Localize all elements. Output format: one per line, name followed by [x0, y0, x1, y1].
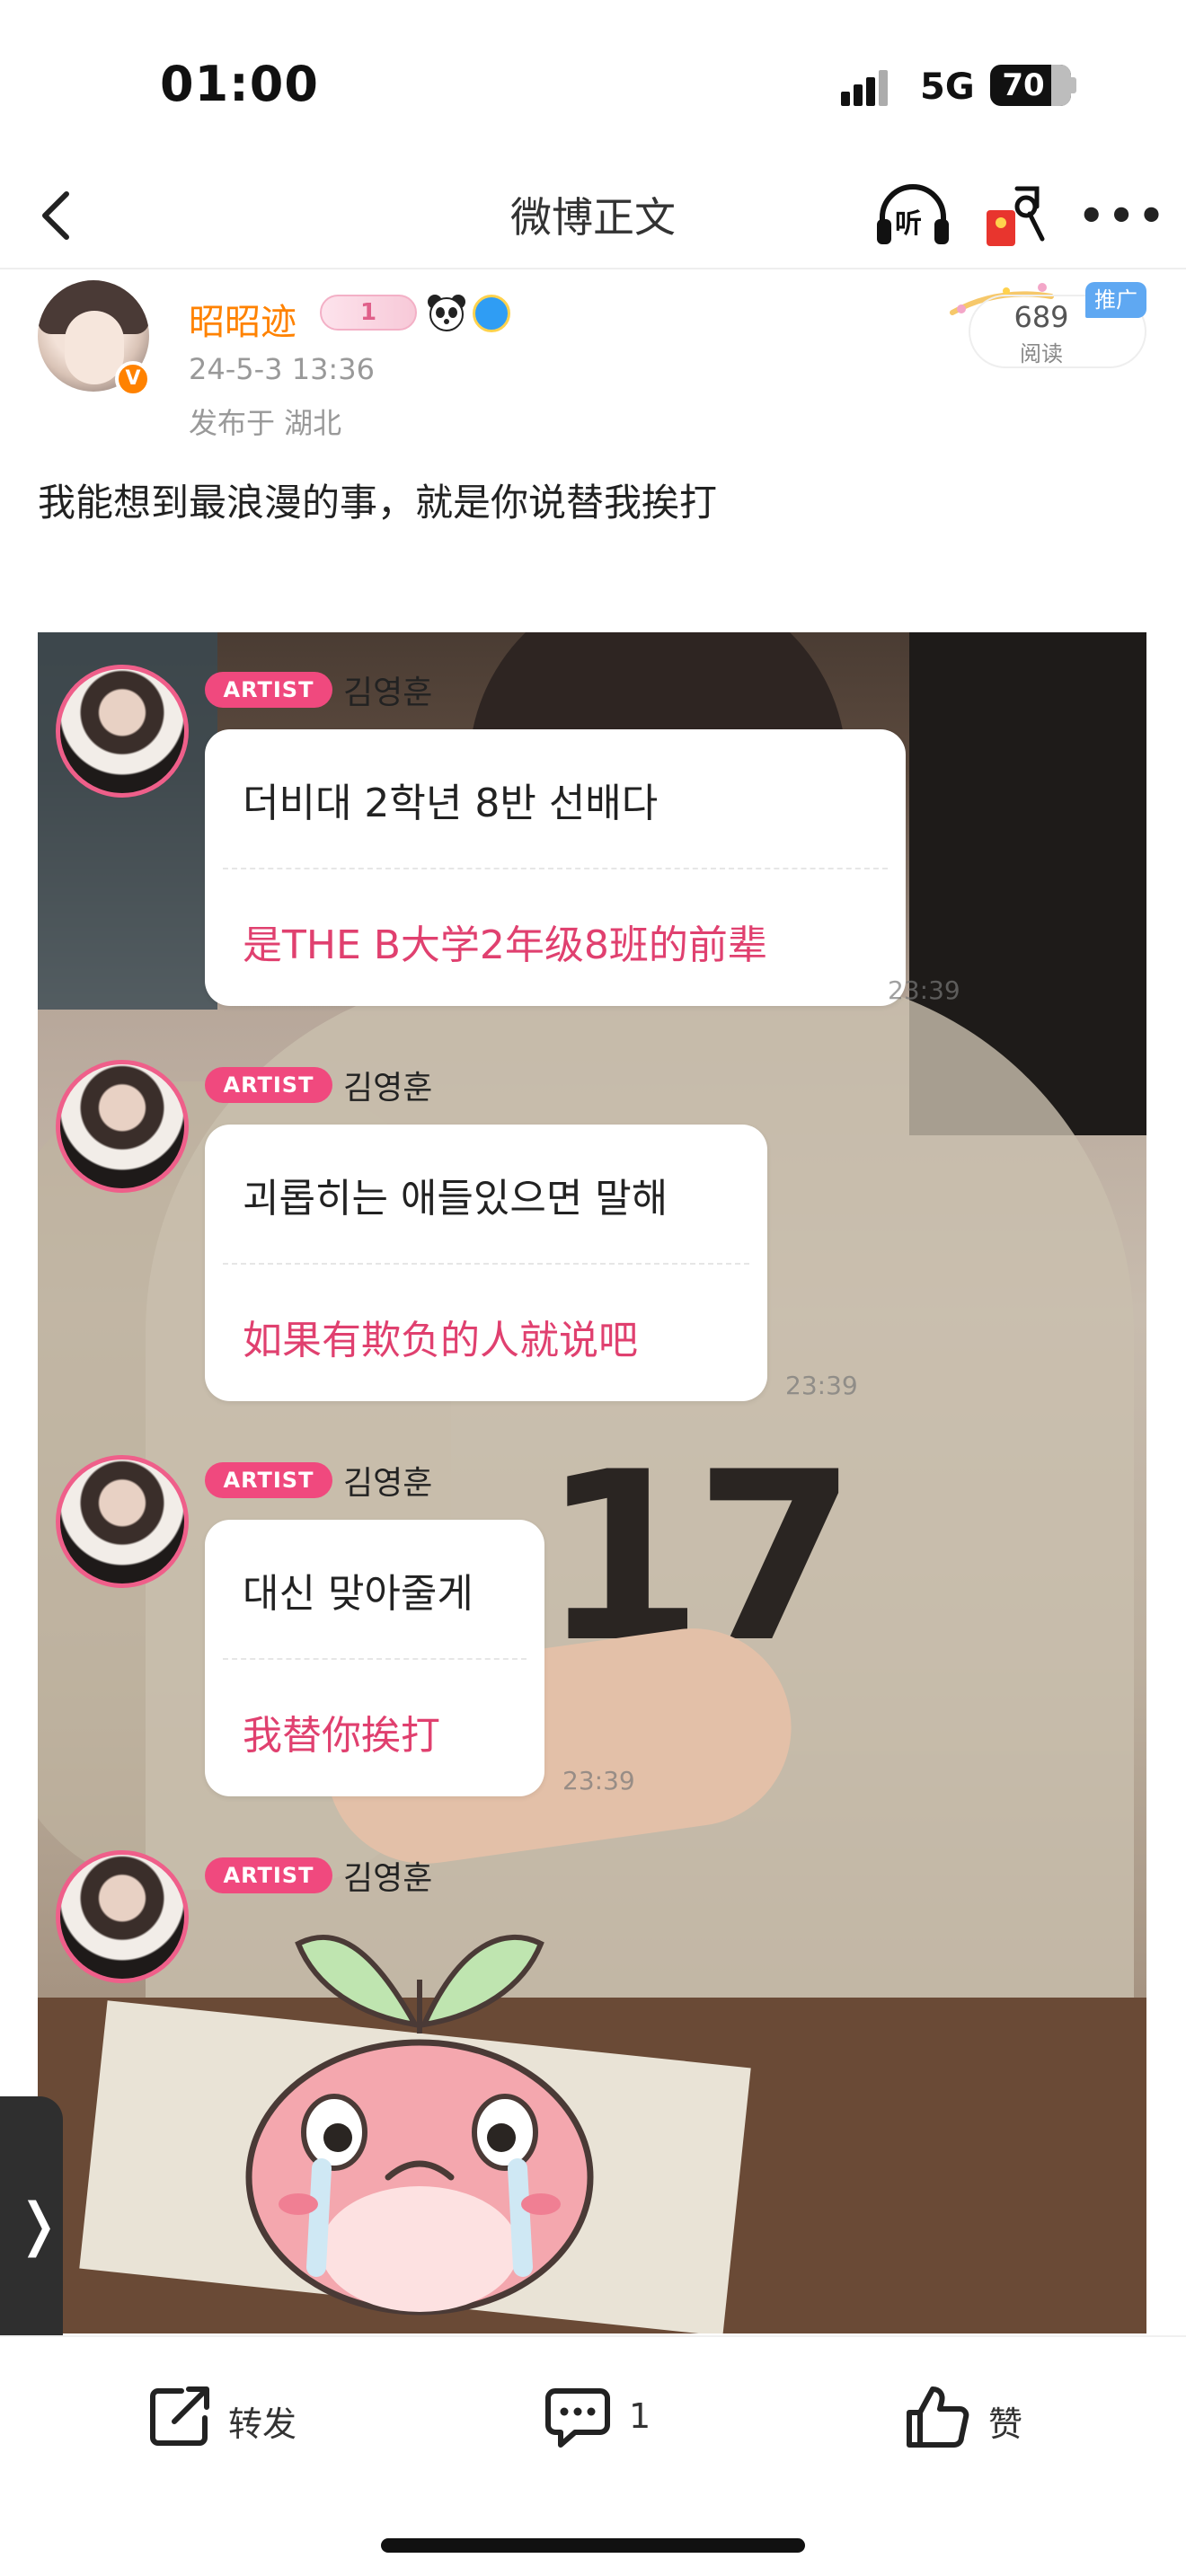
- comment-count: 1: [629, 2396, 651, 2436]
- side-floating-tab[interactable]: ❭: [0, 2096, 63, 2357]
- translation-text: 是THE B大学2年级8班的前辈: [243, 922, 767, 968]
- red-packet-icon: [987, 186, 1045, 246]
- bubble-divider: [223, 1658, 527, 1660]
- more-icon: •••: [1078, 191, 1169, 240]
- red-packet-button[interactable]: [978, 180, 1051, 253]
- repost-button[interactable]: 转发: [146, 2382, 325, 2450]
- status-bar: 01:00 5G 70: [0, 0, 1186, 171]
- comment-button[interactable]: 1: [543, 2382, 686, 2450]
- translation-text: 如果有欺负的人就说吧: [243, 1318, 638, 1363]
- chat-time: 23:39: [888, 975, 960, 1005]
- chat-bubble: 괴롭히는 애들있으면 말해 如果有欺负的人就说吧: [205, 1125, 767, 1401]
- like-button[interactable]: 赞: [902, 2382, 1046, 2450]
- author-name[interactable]: 昭昭迹: [189, 293, 296, 345]
- clock: 01:00: [160, 56, 319, 112]
- nav-bar: 微博正文 听 •••: [0, 162, 1186, 269]
- chat-avatar: [56, 665, 189, 798]
- crying-peach-sticker: [245, 1934, 594, 2316]
- chevron-right-icon: ❭: [14, 2192, 63, 2258]
- promo-tag[interactable]: 推广: [1085, 282, 1146, 318]
- bubble-divider: [223, 868, 888, 869]
- post-time: 24-5-3 13:36: [189, 352, 375, 386]
- listen-label: 听: [895, 208, 922, 240]
- artist-name: 김영훈: [343, 675, 433, 711]
- korean-text: 대신 맞아줄게: [243, 1571, 474, 1617]
- korean-text: 더비대 2학년 8반 선배다: [243, 781, 659, 826]
- post-text: 我能想到最浪漫的事，就是你说替我挨打: [38, 481, 718, 525]
- chat-bubble: 더비대 2학년 8반 선배다 是THE B大学2年级8班的前辈: [205, 729, 906, 1006]
- post-image[interactable]: 17 ARTIST 김영훈 더비대 2학년 8반 선배다 是THE B大学2年级…: [38, 632, 1146, 2333]
- comment-icon: [545, 2388, 610, 2448]
- battery-cap: [1071, 77, 1076, 93]
- artist-tag: ARTIST: [205, 1462, 332, 1498]
- chat-avatar: [56, 1455, 189, 1588]
- chat-bubble: 대신 맞아줄게 我替你挨打: [205, 1520, 544, 1796]
- like-label: 赞: [988, 2404, 1023, 2444]
- chat-avatar: [56, 1060, 189, 1193]
- artist-tag: ARTIST: [205, 1857, 332, 1893]
- share-icon: [150, 2386, 209, 2446]
- network-label: 5G: [920, 66, 975, 108]
- battery-level: 70: [1002, 67, 1045, 103]
- action-bar: 转发 1 赞: [0, 2335, 1186, 2488]
- battery-icon: 70: [990, 65, 1071, 106]
- signal-icon: [841, 70, 898, 106]
- chat-time: 23:39: [785, 1371, 858, 1400]
- listen-button[interactable]: 听: [873, 181, 952, 250]
- bubble-divider: [223, 1263, 749, 1265]
- artist-name: 김영훈: [343, 1070, 433, 1107]
- panda-icon: [428, 295, 465, 331]
- home-indicator[interactable]: [381, 2538, 805, 2553]
- chat-avatar: [56, 1850, 189, 1983]
- post-location: 发布于 湖北: [189, 406, 342, 440]
- shield-icon: [473, 295, 510, 332]
- artist-tag: ARTIST: [205, 672, 332, 708]
- read-label: 阅读: [1020, 341, 1063, 366]
- artist-tag: ARTIST: [205, 1067, 332, 1103]
- repost-label: 转发: [228, 2404, 297, 2444]
- verified-icon: V: [115, 361, 151, 397]
- artist-name: 김영훈: [343, 1465, 433, 1502]
- korean-text: 괴롭히는 애들있으면 말해: [243, 1176, 668, 1222]
- thumbs-up-icon: [907, 2386, 969, 2448]
- chat-time: 23:39: [562, 1766, 635, 1795]
- more-button[interactable]: •••: [1078, 189, 1164, 243]
- translation-text: 我替你挨打: [243, 1713, 440, 1759]
- artist-name: 김영훈: [343, 1860, 433, 1897]
- level-badge: 1: [320, 295, 417, 331]
